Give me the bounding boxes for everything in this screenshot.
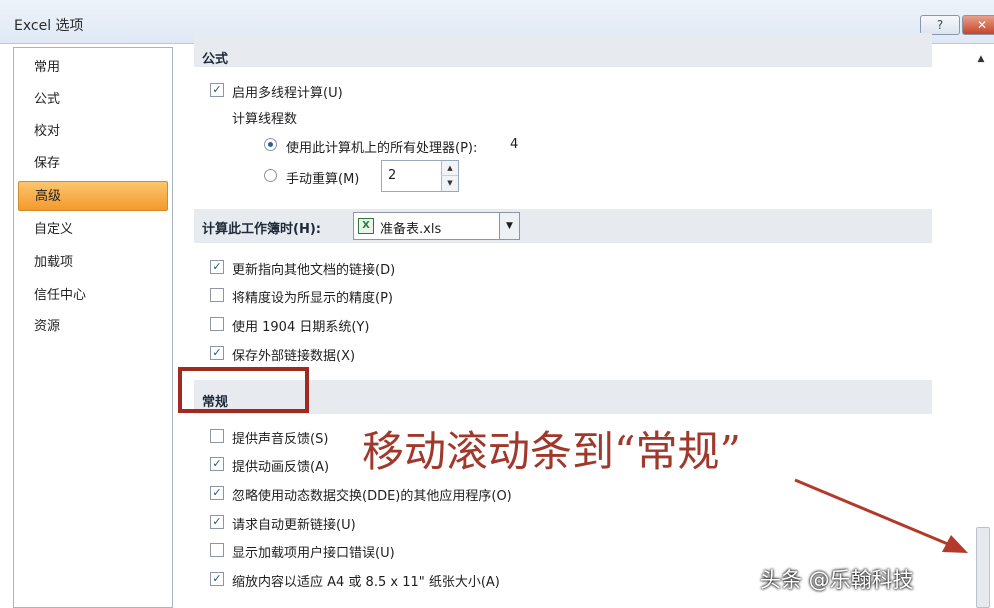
- watermark-text: 头条 @乐翰科技: [760, 568, 914, 592]
- annotation-arrow-icon: [794, 478, 968, 553]
